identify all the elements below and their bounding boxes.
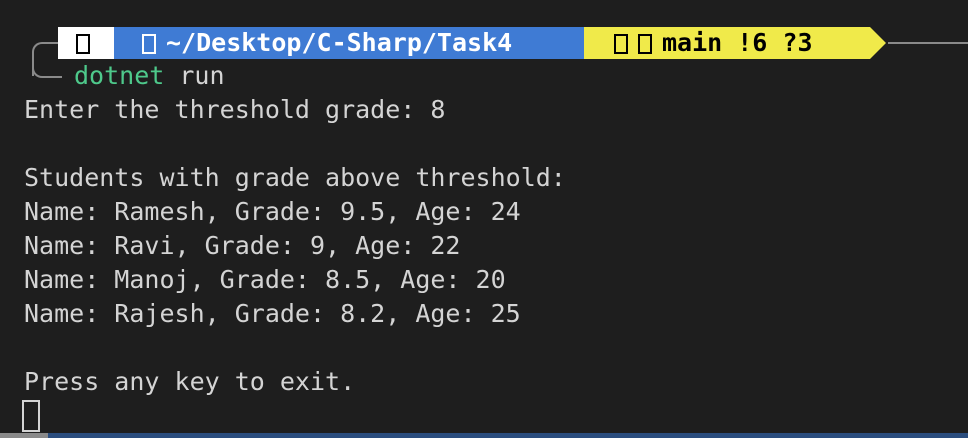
output-line: Students with grade above threshold:: [24, 163, 566, 192]
command-args: run: [179, 61, 225, 90]
command-line: dotnet run: [74, 59, 225, 93]
prompt-path-segment: ~/Desktop/C-Sharp/Task4: [114, 27, 600, 59]
output-line: Name: Ramesh, Grade: 9.5, Age: 24: [24, 197, 521, 226]
prompt-connector-bottom: [32, 60, 62, 78]
folder-icon: [142, 34, 156, 54]
terminal-cursor[interactable]: [22, 400, 40, 432]
prompt-trail-line: [888, 42, 968, 44]
git-icon: [614, 34, 628, 54]
output-line: Press any key to exit.: [24, 367, 356, 396]
branch-icon: [638, 34, 652, 54]
terminal-bottom-bar: [0, 433, 968, 438]
output-line: Name: Manoj, Grade: 8.5, Age: 20: [24, 265, 506, 294]
apple-icon: [76, 34, 90, 54]
output-line: Enter the threshold grade: 8: [24, 95, 446, 124]
git-branch-status: main !6 ?3: [662, 28, 813, 57]
prompt-path: ~/Desktop/C-Sharp/Task4: [166, 28, 513, 57]
prompt-git-segment: main !6 ?3: [584, 27, 886, 59]
command-executable: dotnet: [74, 61, 165, 90]
segment-separator: [870, 27, 886, 59]
output-line: Name: Ravi, Grade: 9, Age: 22: [24, 231, 461, 260]
active-tab-indicator: [0, 433, 48, 438]
terminal-window[interactable]: ~/Desktop/C-Sharp/Task4 main !6 ?3 dotne…: [0, 0, 968, 438]
output-line: Name: Rajesh, Grade: 8.2, Age: 25: [24, 299, 521, 328]
prompt-os-segment: [58, 27, 130, 59]
